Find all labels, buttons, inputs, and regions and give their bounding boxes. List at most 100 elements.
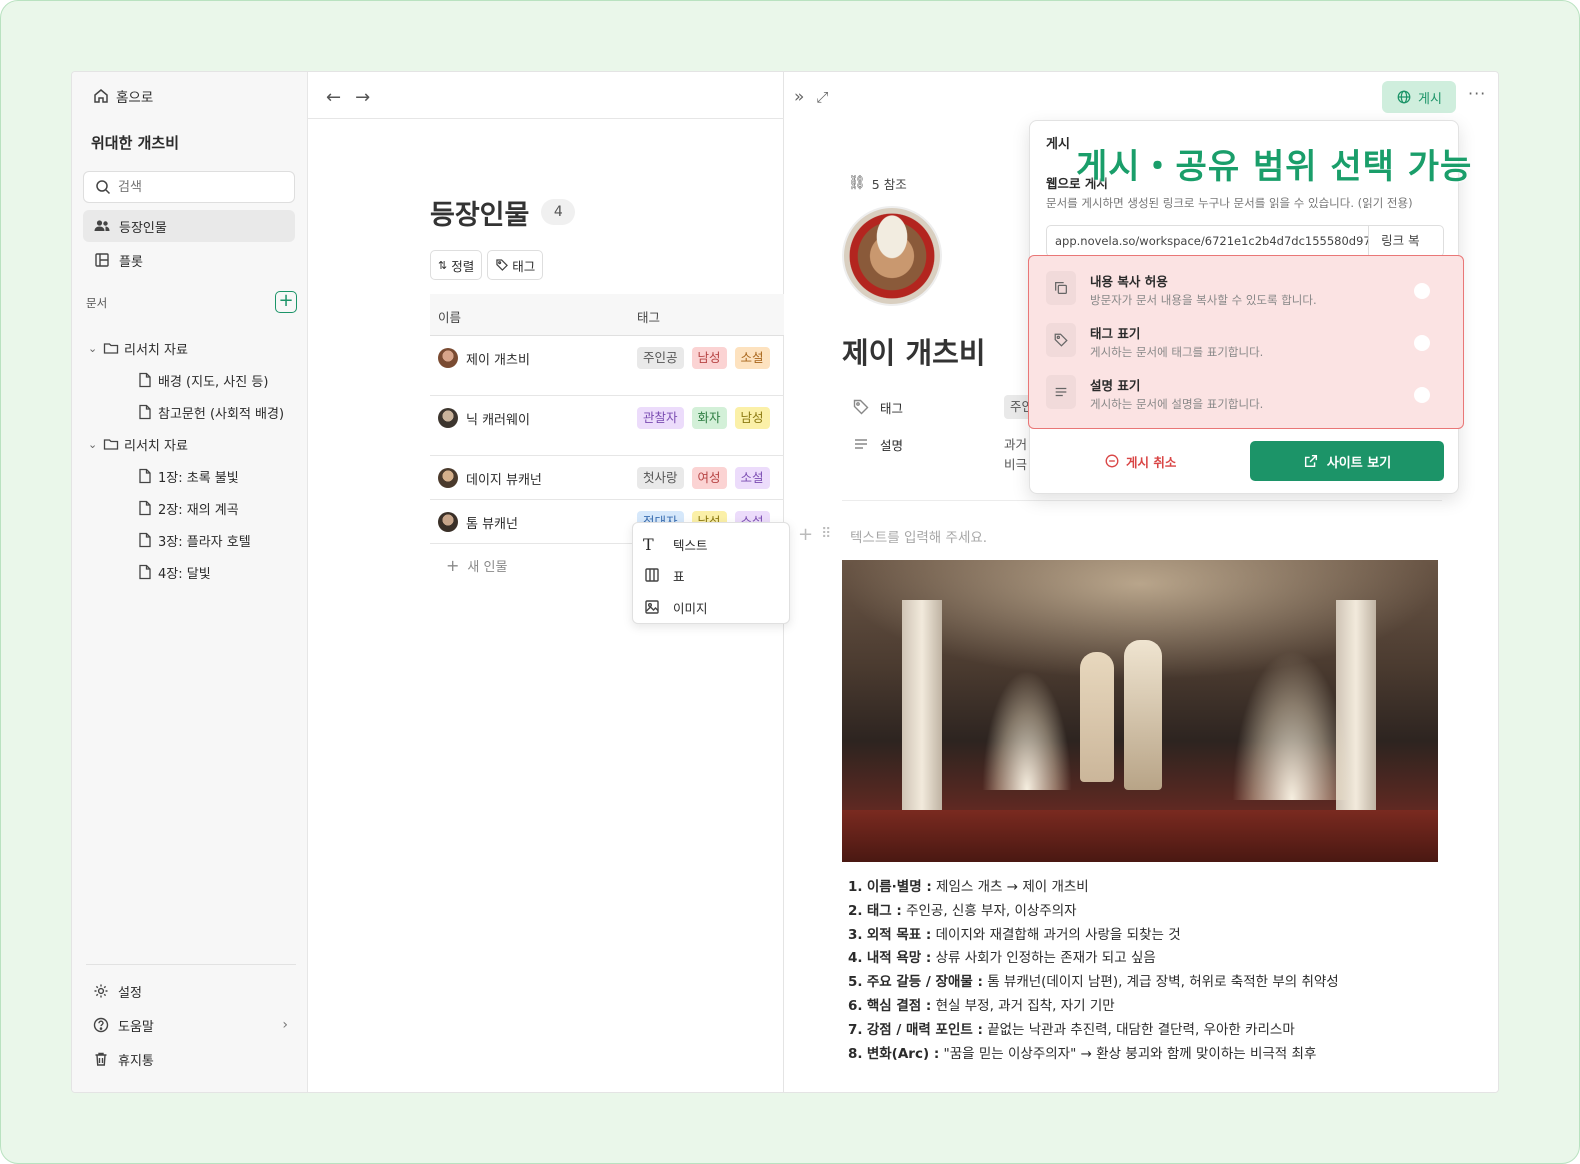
publish-option-copy: 내용 복사 허용 방문자가 문서 내용을 복사할 수 있도록 합니다. [1046,269,1444,313]
sidebar-item-plot[interactable]: 플롯 [83,244,295,276]
block-handle[interactable]: + ⠿ [798,524,831,545]
feature-headline: 게시・공유 범위 선택 가능 [1076,147,1473,187]
row-name-cell: 데이지 뷰캐넌 [438,468,542,488]
publish-option-tags: 태그 표기 게시하는 문서에 태그를 표기합니다. [1046,321,1444,365]
row-name-cell: 톰 뷰캐넌 [438,512,518,532]
tree-doc[interactable]: 4장: 달빛 [136,562,211,582]
tree-doc[interactable]: 참고문헌 (사회적 배경) [136,402,284,422]
home-link[interactable]: 홈으로 [92,86,153,106]
character-profile-list: 1. 이름·별명 : 제임스 개츠 → 제이 개츠비 2. 태그 : 주인공, … [848,876,1488,1066]
screenshot-frame: 홈으로 위대한 개츠비 등장인물 플롯 문서 + ⌄ 리서치 자료 배경 (지도… [0,0,1580,1164]
tree-label: 참고문헌 (사회적 배경) [158,406,285,422]
table-row[interactable]: 닉 캐러웨이 관찰자 화자 남성 [430,396,784,456]
row-tags-cell: 관찰자 화자 남성 [629,407,770,429]
document-icon [136,563,154,581]
list-item: 8. 변화(Arc) : "꿈을 믿는 이상주의자" → 환상 붕괴와 함께 맞… [848,1045,1317,1062]
search-input[interactable] [118,179,288,195]
menu-item-label: 이미지 [673,600,708,616]
list-item: 5. 주요 갈등 / 장애물 : 톰 뷰캐넌(데이지 남편), 계급 장벽, 허… [848,974,1339,991]
tag-chip: 남성 [691,347,727,369]
sort-label: 정렬 [451,258,475,274]
cancel-publish-button[interactable]: 게시 취소 [1104,451,1176,471]
add-doc-button[interactable]: + [275,291,297,313]
property-description: 설명 [852,434,903,454]
tree-doc[interactable]: 배경 (지도, 사진 등) [136,370,268,390]
app-window: 홈으로 위대한 개츠비 등장인물 플롯 문서 + ⌄ 리서치 자료 배경 (지도… [71,71,1499,1093]
character-portrait [842,206,942,306]
chevron-down-icon: ⌄ [88,437,98,451]
property-desc-line: 비극 [1004,457,1028,472]
publish-popover: 게시 웹으로 게시 문서를 게시하면 생성된 링크로 누구나 문서를 읽을 수 … [1028,120,1471,494]
chevron-down-icon: ⌄ [88,341,98,355]
table-row[interactable]: 데이지 뷰캐넌 첫사랑 여성 소설 [430,456,784,500]
table-row[interactable]: 제이 개츠비 주인공 남성 소설 [430,336,784,396]
character-name: 닉 캐러웨이 [466,412,530,428]
character-name: 톰 뷰캐넌 [466,516,518,532]
help-link[interactable]: 도움말 › [92,1015,288,1035]
menu-item-label: 표 [673,568,685,584]
settings-link[interactable]: 설정 [92,981,142,1001]
help-circle-icon [92,1016,110,1034]
property-label: 태그 [880,400,904,416]
more-options-icon[interactable]: ··· [1468,84,1486,103]
references-link[interactable]: ⛓ 5 참조 [848,173,907,193]
column-header-tag: 태그 [637,310,661,325]
tag-filter-button[interactable]: 태그 [487,250,544,280]
trash-label: 휴지통 [118,1053,154,1069]
sort-button[interactable]: ⇅ 정렬 [430,250,483,280]
insert-menu-item-table[interactable]: 표 [633,559,789,591]
tag-chip: 주인공 [637,347,684,369]
chevron-right-icon: › [282,1017,288,1033]
text-icon: T [643,534,654,554]
history-nav: ← → [326,86,370,108]
view-site-button[interactable]: 사이트 보기 [1250,441,1444,481]
external-link-icon [1303,453,1319,469]
web-publish-description: 문서를 게시하면 생성된 링크로 누구나 문서를 읽을 수 있습니다. (읽기 … [1046,196,1413,210]
insert-menu-item-image[interactable]: 이미지 [633,591,789,623]
forward-arrow-icon[interactable]: → [355,87,370,108]
back-arrow-icon[interactable]: ← [326,87,341,108]
text-lines-icon [852,435,870,453]
link-icon: ⛓ [848,175,866,191]
tree-doc[interactable]: 2장: 재의 계곡 [136,498,239,518]
publish-popover-title: 게시 [1046,137,1070,152]
publish-url[interactable]: app.novela.so/workspace/6721e1c2b4d7dc15… [1047,234,1368,248]
document-icon [136,531,154,549]
editor-placeholder[interactable]: 텍스트를 입력해 주세요. [850,526,987,546]
trash-link[interactable]: 휴지통 [92,1049,154,1069]
tree-label: 1장: 초록 불빛 [158,470,239,486]
home-icon [92,87,110,105]
list-toolbar: ⇅ 정렬 태그 [430,250,544,280]
plus-icon: + [278,290,294,311]
expand-icon[interactable]: ⤢ [816,88,828,106]
cancel-publish-label: 게시 취소 [1126,454,1177,470]
publish-button[interactable]: 게시 [1382,81,1456,113]
new-character-button[interactable]: + 새 인물 [446,555,507,575]
properties-divider [842,500,1442,501]
sidebar-divider [86,964,296,965]
option-title: 설명 표기 [1090,378,1141,393]
copy-icon [1046,271,1076,305]
insert-menu-item-text[interactable]: T 텍스트 [633,529,789,559]
character-name: 데이지 뷰캐넌 [466,472,542,488]
tag-chip: 여성 [691,467,727,489]
tree-doc[interactable]: 3장: 플라자 호텔 [136,530,251,550]
tag-filter-label: 태그 [512,258,536,274]
sidebar-item-characters[interactable]: 등장인물 [83,210,295,242]
document-panel: » ⤢ 게시 ··· ⛓ 5 참조 제이 개츠비 태그 주인 설명 과거 비극 … [784,72,1498,1092]
tree-doc[interactable]: 1장: 초록 불빛 [136,466,239,486]
tree-folder[interactable]: ⌄ 리서치 자료 [88,434,188,454]
row-tags-cell: 첫사랑 여성 소설 [629,467,770,489]
menu-item-label: 텍스트 [673,537,708,553]
tag-icon [495,258,509,272]
list-item: 1. 이름·별명 : 제임스 개츠 → 제이 개츠비 [848,879,1089,895]
workspace-title: 위대한 개츠비 [91,134,180,152]
option-description: 게시하는 문서에 설명을 표기합니다. [1090,397,1264,411]
search-box[interactable] [83,171,295,203]
view-site-label: 사이트 보기 [1326,455,1392,471]
plus-icon: + [446,555,460,575]
tree-folder[interactable]: ⌄ 리서치 자료 [88,338,188,358]
collapse-icon[interactable]: » [794,87,804,107]
sidebar: 홈으로 위대한 개츠비 등장인물 플롯 문서 + ⌄ 리서치 자료 배경 (지도… [72,72,308,1092]
copy-link-button[interactable]: 링크 복사 [1368,226,1443,278]
